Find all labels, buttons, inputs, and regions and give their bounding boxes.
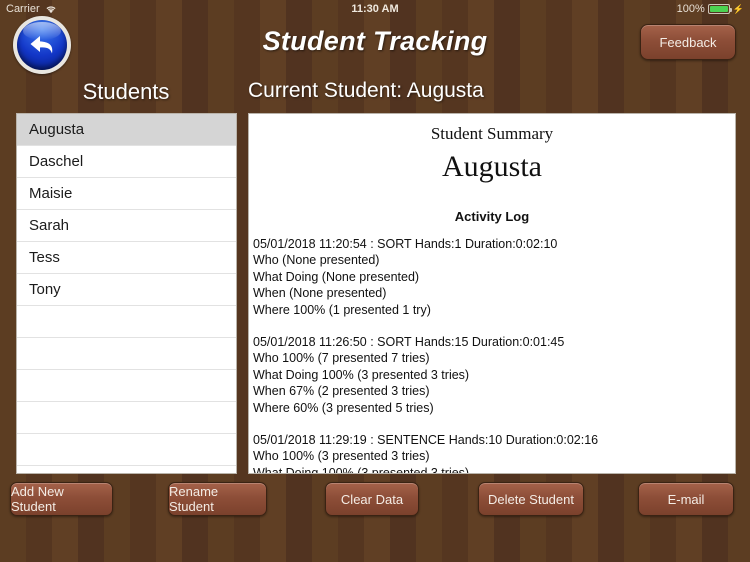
summary-heading: Student Summary bbox=[430, 124, 554, 143]
add-new-student-button[interactable]: Add New Student bbox=[10, 482, 113, 516]
student-list-item[interactable]: Daschel bbox=[17, 146, 236, 178]
wifi-icon bbox=[45, 4, 57, 14]
students-column-title: Students bbox=[82, 79, 170, 104]
activity-log-entry-line: What Doing 100% (3 presented 3 tries) bbox=[253, 465, 470, 474]
activity-log-entry-line: When (None presented) bbox=[253, 286, 387, 301]
student-list-item[interactable]: Maisie bbox=[17, 178, 236, 210]
battery-percent-label: 100% bbox=[676, 3, 705, 15]
activity-log-entry-line: Who 100% (3 presented 3 tries) bbox=[253, 449, 430, 464]
activity-log-entry-header: 05/01/2018 11:20:54 : SORT Hands:1 Durat… bbox=[253, 237, 558, 251]
page-title: Student Tracking bbox=[262, 26, 488, 56]
e-mail-button[interactable]: E-mail bbox=[638, 482, 734, 516]
summary-student-name: Augusta bbox=[442, 150, 542, 183]
activity-log-body: 05/01/2018 11:20:54 : SORT Hands:1 Durat… bbox=[249, 236, 735, 474]
activity-log-entry-line: When 67% (2 presented 3 tries) bbox=[253, 384, 430, 399]
activity-log-entry-line: Who 100% (7 presented 7 tries) bbox=[253, 351, 430, 366]
student-list-item[interactable]: Tony bbox=[17, 274, 236, 306]
bottom-toolbar: Add New Student Rename Student Clear Data D… bbox=[0, 474, 750, 562]
student-list-empty-row bbox=[17, 306, 236, 338]
students-list[interactable]: Augusta Daschel Maisie Sarah Tess Tony bbox=[16, 113, 237, 474]
carrier-label: Carrier bbox=[6, 3, 40, 15]
delete-student-button[interactable]: Delete Student bbox=[478, 482, 584, 516]
activity-log-entry-header: 05/01/2018 11:29:19 : SENTENCE Hands:10 … bbox=[253, 433, 599, 448]
activity-log-entry-line: Where 100% (1 presented 1 try) bbox=[253, 302, 431, 317]
status-bar: Carrier 11:30 AM 100% ⚡ bbox=[0, 0, 750, 18]
feedback-button[interactable]: Feedback bbox=[640, 24, 736, 60]
student-list-item[interactable]: Sarah bbox=[17, 210, 236, 242]
activity-log-entry: 05/01/2018 11:29:19 : SENTENCE Hands:10 … bbox=[253, 432, 735, 474]
lightning-bolt-icon: ⚡ bbox=[732, 3, 744, 14]
activity-log-entry-line: What Doing (None presented) bbox=[253, 269, 420, 284]
activity-log-entry: 05/01/2018 11:26:50 : SORT Hands:15 Dura… bbox=[253, 334, 735, 416]
student-list-empty-row bbox=[17, 402, 236, 434]
student-list-empty-row bbox=[17, 434, 236, 466]
rename-student-button[interactable]: Rename Student bbox=[168, 482, 267, 516]
activity-log-entry-line: Where 60% (3 presented 5 tries) bbox=[253, 400, 434, 415]
current-student-title: Current Student: Augusta bbox=[248, 79, 484, 102]
activity-log-entry-header: 05/01/2018 11:26:50 : SORT Hands:15 Dura… bbox=[253, 335, 565, 350]
status-bar-left: Carrier bbox=[6, 3, 57, 15]
status-bar-clock: 11:30 AM bbox=[351, 3, 399, 15]
activity-log-entry: 05/01/2018 11:20:54 : SORT Hands:1 Durat… bbox=[253, 236, 735, 318]
student-list-item[interactable]: Tess bbox=[17, 242, 236, 274]
battery-icon bbox=[707, 4, 732, 14]
app-header: Student Tracking Feedback bbox=[0, 16, 750, 74]
activity-log-entry-line: What Doing 100% (3 presented 3 tries) bbox=[253, 367, 470, 382]
student-list-empty-row bbox=[17, 338, 236, 370]
activity-log-heading: Activity Log bbox=[454, 209, 530, 224]
student-list-item[interactable]: Augusta bbox=[17, 114, 236, 146]
clear-data-button[interactable]: Clear Data bbox=[325, 482, 419, 516]
student-list-empty-row bbox=[17, 370, 236, 402]
activity-log-entry-line: Who (None presented) bbox=[253, 253, 380, 268]
status-bar-right: 100% ⚡ bbox=[677, 3, 744, 15]
student-summary-panel[interactable]: Student Summary Augusta Activity Log 05/… bbox=[248, 113, 736, 474]
